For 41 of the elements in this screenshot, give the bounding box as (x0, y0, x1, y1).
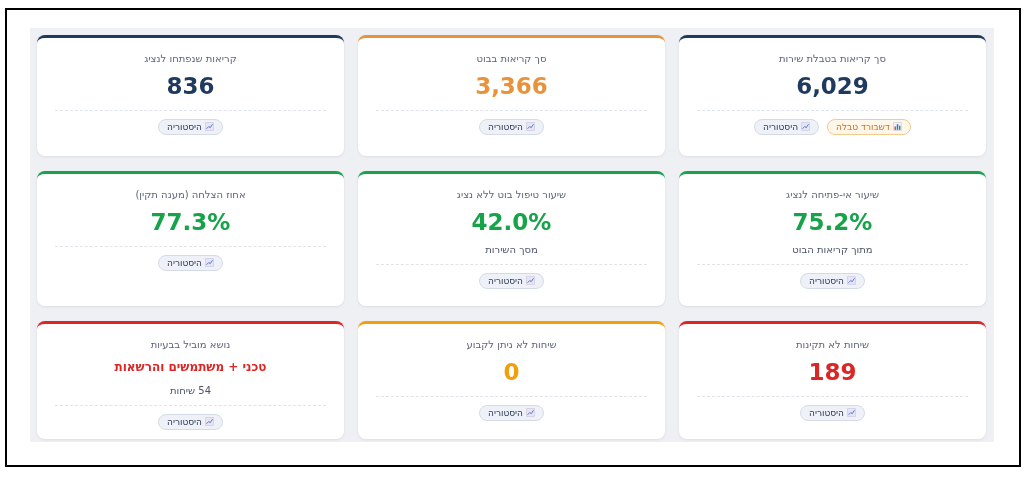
history-button[interactable]: היסטוריה (800, 272, 865, 289)
card-title: סך קריאות בבוט (476, 53, 547, 64)
card-title: אחוז הצלחה (מענה תקין) (135, 189, 246, 200)
history-button[interactable]: היסטוריה (158, 413, 223, 430)
line-chart-icon (205, 417, 214, 427)
card-value: 6,029 (796, 73, 869, 101)
history-button[interactable]: היסטוריה (754, 118, 820, 135)
line-chart-icon (526, 408, 535, 418)
bar-chart-icon (892, 122, 902, 132)
line-chart-icon (526, 276, 535, 286)
history-button[interactable]: היסטוריה (800, 404, 865, 421)
history-button[interactable]: היסטוריה (479, 404, 544, 421)
table-dashboard-button[interactable]: דשבורד טבלה (827, 118, 911, 135)
card-note: מסך השירות (485, 243, 538, 255)
card-title: שיחות לא ניתן לקבוע (466, 339, 557, 350)
history-button[interactable]: היסטוריה (158, 254, 223, 271)
line-chart-icon (847, 276, 856, 286)
card-title: שיחות לא תקינות (795, 339, 870, 350)
line-chart-icon (526, 122, 535, 132)
card-note: מתוך קריאות הבוט (792, 243, 873, 255)
card-value: טכני + משתמשים והרשאות (114, 359, 267, 376)
card-value: 77.3% (150, 209, 231, 237)
card-title: קריאות שנפתחו לנציג (144, 53, 237, 64)
card-value: 189 (808, 359, 857, 387)
card-value: 0 (503, 359, 520, 387)
history-button[interactable]: היסטוריה (479, 118, 544, 135)
history-button[interactable]: היסטוריה (158, 118, 223, 135)
line-chart-icon (205, 122, 214, 132)
card-value: 3,366 (475, 73, 548, 101)
card-title: שיעור אי-פתיחה לנציג (786, 189, 879, 200)
line-chart-icon (801, 122, 811, 132)
line-chart-icon (205, 258, 214, 268)
line-chart-icon (847, 408, 856, 418)
card-value: 42.0% (471, 209, 552, 237)
card-value: 75.2% (792, 209, 873, 237)
card-title: שיעור טיפול בוט ללא נציג (456, 189, 567, 200)
card-title: סך קריאות בטבלת שירות (779, 53, 886, 64)
history-button[interactable]: היסטוריה (479, 272, 544, 289)
card-title: נושא מוביל בבעיות (150, 339, 231, 350)
card-value: 836 (166, 73, 215, 101)
card-note: 54 שיחות (169, 384, 212, 396)
